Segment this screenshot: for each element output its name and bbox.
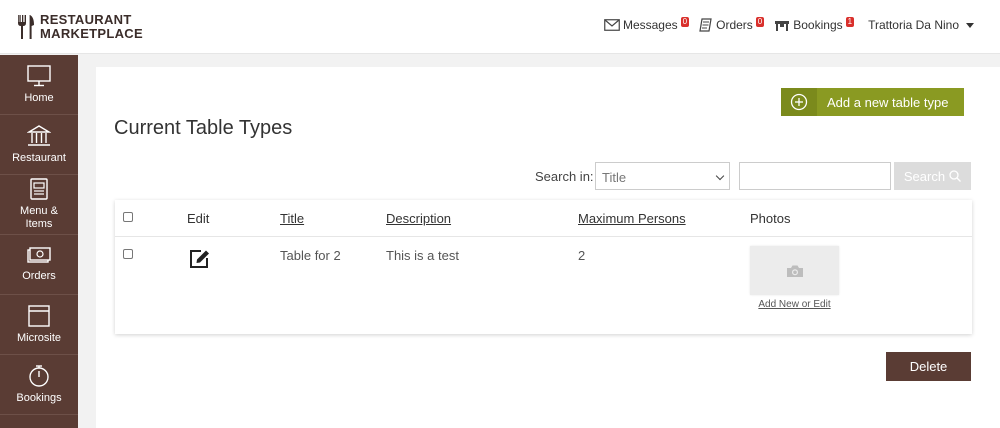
orders-badge: 0 <box>755 17 765 27</box>
bookings-link[interactable]: Bookings 1 <box>774 17 855 32</box>
orders-link[interactable]: Orders 0 <box>699 17 765 32</box>
building-icon <box>27 124 51 146</box>
sidebar-item-home[interactable]: Home <box>0 55 78 115</box>
add-table-type-button[interactable]: Add a new table type <box>781 88 964 116</box>
add-button-label: Add a new table type <box>827 94 949 110</box>
table-header-row: Edit Title Description Maximum Persons P… <box>115 200 972 237</box>
page-title: Current Table Types <box>114 117 293 139</box>
edit-icon[interactable] <box>188 248 212 273</box>
table-row: Table for 2 This is a test 2 Add New or … <box>115 237 972 334</box>
row-checkbox[interactable] <box>123 249 133 259</box>
sidebar-item-label: Microsite <box>16 331 61 344</box>
column-header-title[interactable]: Title <box>280 211 304 226</box>
user-name: Trattoria Da Nino <box>868 18 959 32</box>
bookings-badge: 1 <box>845 17 855 27</box>
main-panel: Add a new table type Current Table Types… <box>96 67 1000 428</box>
menu-icon <box>30 178 48 200</box>
envelope-icon <box>604 19 620 31</box>
bookings-label: Bookings <box>793 18 843 32</box>
delete-button[interactable]: Delete <box>886 352 971 381</box>
brand-logo[interactable]: RESTAURANT MARKETPLACE <box>16 13 143 41</box>
cash-icon <box>27 246 51 263</box>
row-max-persons: 2 <box>578 248 586 263</box>
stopwatch-icon <box>29 364 49 387</box>
orders-label: Orders <box>716 18 753 32</box>
sidebar-item-menu-items[interactable]: Menu & Items <box>0 175 78 235</box>
caret-down-icon <box>966 22 974 28</box>
sidebar-item-label: Bookings <box>16 391 62 404</box>
brand-line-1: RESTAURANT <box>40 12 132 27</box>
receipt-icon <box>699 18 712 32</box>
select-all-checkbox[interactable] <box>123 212 133 222</box>
sidebar-item-label: Home <box>24 91 54 104</box>
sidebar-item-microsite[interactable]: Microsite <box>0 295 78 355</box>
search-field-value: Title <box>602 170 627 185</box>
monitor-icon <box>27 64 51 86</box>
photo-placeholder[interactable] <box>750 246 839 295</box>
user-menu[interactable]: Trattoria Da Nino <box>868 18 974 32</box>
sidebar-item-label: Restaurant <box>12 151 66 164</box>
sidebar-item-restaurant[interactable]: Restaurant <box>0 115 78 175</box>
row-description: This is a test <box>386 248 459 263</box>
sidebar: Home Restaurant Menu & Items Orders Micr… <box>0 55 78 428</box>
sidebar-item-bookings[interactable]: Bookings <box>0 355 78 415</box>
messages-badge: 0 <box>680 17 690 27</box>
sidebar-item-label: Orders <box>22 269 56 282</box>
column-header-photos: Photos <box>750 211 791 226</box>
camera-icon <box>786 265 803 277</box>
top-navigation: Messages 0 Orders 0 Bookings 1 Trattoria… <box>594 17 974 32</box>
search-button[interactable]: Search <box>894 162 971 190</box>
plus-circle-icon <box>781 88 817 116</box>
sidebar-item-orders[interactable]: Orders <box>0 235 78 295</box>
column-header-description[interactable]: Description <box>386 211 451 226</box>
messages-link[interactable]: Messages 0 <box>604 17 690 32</box>
search-icon <box>949 170 962 182</box>
column-header-maximum-persons[interactable]: Maximum Persons <box>578 211 686 226</box>
row-title: Table for 2 <box>280 248 341 263</box>
search-bar: Search in: Title Search <box>96 162 1000 190</box>
top-header: RESTAURANT MARKETPLACE Messages 0 Orders… <box>0 0 1000 54</box>
fork-knife-icon <box>18 15 34 39</box>
window-icon <box>28 304 50 327</box>
sidebar-item-label: Menu & Items <box>20 205 58 230</box>
messages-label: Messages <box>622 18 678 32</box>
table-types-table: Edit Title Description Maximum Persons P… <box>115 200 972 334</box>
row-photos: Add New or Edit <box>750 246 839 310</box>
search-field-select[interactable]: Title <box>595 162 730 190</box>
table-icon <box>775 20 790 31</box>
add-edit-photo-link[interactable]: Add New or Edit <box>750 299 839 310</box>
search-in-label: Search in: <box>535 169 594 184</box>
chevron-down-icon <box>715 171 725 181</box>
search-button-label: Search <box>903 168 946 184</box>
brand-line-2: MARKETPLACE <box>40 26 143 41</box>
search-input[interactable] <box>739 162 891 190</box>
column-header-edit: Edit <box>187 211 210 226</box>
